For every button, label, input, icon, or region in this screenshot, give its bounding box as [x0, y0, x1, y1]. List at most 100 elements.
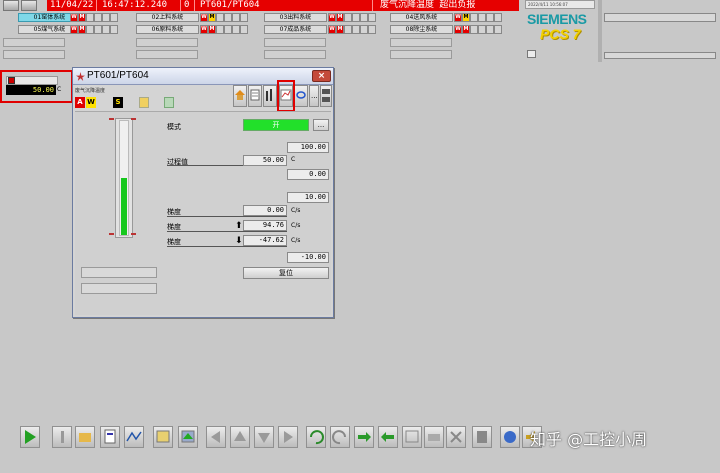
area-button-07[interactable]: 07成品系统: [264, 25, 327, 34]
tag-icon[interactable]: [3, 0, 19, 11]
nav-down-button[interactable]: [254, 426, 274, 448]
alarm-indicator-blank[interactable]: [102, 25, 110, 34]
area-slot-empty[interactable]: [3, 38, 65, 47]
folder-button[interactable]: [75, 426, 95, 448]
area-slot-empty[interactable]: [3, 50, 65, 59]
alarm-indicator-w[interactable]: W: [200, 25, 208, 34]
alarm-indicator-blank[interactable]: [486, 25, 494, 34]
alarm-indicator-w[interactable]: W: [328, 25, 336, 34]
alarm-indicator-blank[interactable]: [360, 13, 368, 22]
prev-picture-button[interactable]: [378, 426, 398, 448]
alarm-indicator-blank[interactable]: [110, 25, 118, 34]
report-button[interactable]: [100, 426, 120, 448]
alarm-indicator-blank[interactable]: [368, 25, 376, 34]
picture-select-button[interactable]: [178, 426, 198, 448]
more-button[interactable]: ···: [309, 85, 319, 107]
alarm-indicator-m[interactable]: M: [462, 13, 470, 22]
alarm-indicator-blank[interactable]: [494, 13, 502, 22]
alarm-line[interactable]: 11/04/22 16:47:12.240 0 PT601/PT604 废气沉降…: [47, 0, 519, 11]
alarm-indicator-w[interactable]: W: [200, 13, 208, 22]
alarm-indicator-blank[interactable]: [344, 13, 352, 22]
alarm-indicator-w[interactable]: W: [454, 25, 462, 34]
area-button-06[interactable]: 06原料系统: [136, 25, 199, 34]
alarm-indicator-m[interactable]: M: [78, 13, 86, 22]
alarm-indicator-blank[interactable]: [470, 13, 478, 22]
area-slot-empty[interactable]: [264, 38, 326, 47]
faceplate-view-button[interactable]: [233, 85, 247, 107]
alarm-indicator-m[interactable]: M: [208, 25, 216, 34]
area-slot-empty[interactable]: [390, 38, 452, 47]
alarm-indicator-m[interactable]: M: [208, 13, 216, 22]
save-button[interactable]: [472, 426, 492, 448]
area-slot-empty[interactable]: [264, 50, 326, 59]
area-slot-empty[interactable]: [136, 38, 198, 47]
area-button-08[interactable]: 08除尘系统: [390, 25, 453, 34]
alarm-indicator-blank[interactable]: [478, 13, 486, 22]
underline: [167, 231, 287, 232]
alarm-indicator-blank[interactable]: [110, 13, 118, 22]
alarm-indicator-w[interactable]: W: [70, 13, 78, 22]
alarm-indicator-blank[interactable]: [494, 25, 502, 34]
alarm-indicator-blank[interactable]: [470, 25, 478, 34]
alarm-indicator-w[interactable]: W: [70, 25, 78, 34]
picture-tree-button[interactable]: [153, 426, 173, 448]
alarm-indicator-blank[interactable]: [216, 13, 224, 22]
alarm-indicator-blank[interactable]: [368, 13, 376, 22]
forward-button[interactable]: [330, 426, 350, 448]
side-panel-button[interactable]: [320, 85, 332, 107]
alarm-view-button[interactable]: [263, 85, 277, 107]
area-slot-empty[interactable]: [136, 50, 198, 59]
horn-icon[interactable]: [21, 0, 37, 11]
alarm-indicator-blank[interactable]: [352, 13, 360, 22]
cancel-button[interactable]: [446, 426, 466, 448]
alarm-indicator-blank[interactable]: [240, 13, 248, 22]
alarm-indicator-m[interactable]: M: [336, 13, 344, 22]
alarm-indicator-blank[interactable]: [216, 25, 224, 34]
alarm-indicator-w[interactable]: W: [328, 13, 336, 22]
next-picture-button[interactable]: [354, 426, 374, 448]
nav-up-button[interactable]: [230, 426, 250, 448]
alarm-indicator-blank[interactable]: [224, 13, 232, 22]
nav-left-button[interactable]: [206, 426, 226, 448]
alarm-indicator-blank[interactable]: [344, 25, 352, 34]
block-icon-highlight[interactable]: 50.00 C: [0, 70, 73, 103]
trend-button[interactable]: [124, 426, 144, 448]
alarm-indicator-blank[interactable]: [352, 25, 360, 34]
play-button[interactable]: [20, 426, 40, 448]
reset-button[interactable]: 复位: [243, 267, 329, 279]
tools-button[interactable]: [52, 426, 72, 448]
alarm-indicator-blank[interactable]: [486, 13, 494, 22]
loop-view-button[interactable]: [294, 85, 308, 107]
limit-view-button[interactable]: [248, 85, 262, 107]
alarm-indicator-blank[interactable]: [102, 13, 110, 22]
info-field: [604, 13, 716, 22]
close-button[interactable]: ×: [312, 70, 331, 82]
alarm-indicator-blank[interactable]: [86, 13, 94, 22]
mode-select-button[interactable]: ...: [313, 119, 329, 131]
grid-button[interactable]: [402, 426, 422, 448]
help-button[interactable]: [500, 426, 520, 448]
area-slot-empty[interactable]: [390, 50, 452, 59]
alarm-indicator-blank[interactable]: [232, 25, 240, 34]
area-button-04[interactable]: 04送风系统: [390, 13, 453, 22]
alarm-indicator-blank[interactable]: [224, 25, 232, 34]
play-icon: [25, 430, 36, 444]
alarm-indicator-blank[interactable]: [240, 25, 248, 34]
alarm-indicator-blank[interactable]: [94, 13, 102, 22]
area-button-03[interactable]: 03出料系统: [264, 13, 327, 22]
mode-value[interactable]: 开: [243, 119, 309, 131]
back-button[interactable]: [306, 426, 326, 448]
alarm-indicator-blank[interactable]: [360, 25, 368, 34]
alarm-indicator-blank[interactable]: [478, 25, 486, 34]
alarm-indicator-w[interactable]: W: [454, 13, 462, 22]
alarm-indicator-blank[interactable]: [86, 25, 94, 34]
alarm-indicator-blank[interactable]: [94, 25, 102, 34]
alarm-indicator-blank[interactable]: [232, 13, 240, 22]
alarm-indicator-m[interactable]: M: [336, 25, 344, 34]
alarm-indicator-m[interactable]: M: [462, 25, 470, 34]
overview-button[interactable]: [527, 50, 536, 58]
print-button[interactable]: [424, 426, 444, 448]
area-button-02[interactable]: 02上料系统: [136, 13, 199, 22]
alarm-indicator-m[interactable]: M: [78, 25, 86, 34]
nav-right-button[interactable]: [278, 426, 298, 448]
